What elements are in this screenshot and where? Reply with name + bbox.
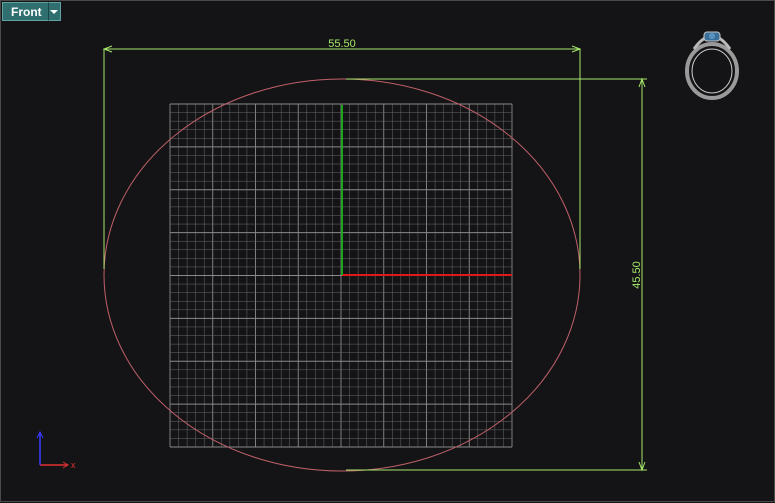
- x-axis-label: x: [71, 460, 76, 470]
- width-dimension-text: 55.50: [328, 38, 356, 50]
- front-viewport[interactable]: Front 55.50 45.50 x: [0, 0, 775, 502]
- viewport-canvas[interactable]: 55.50 45.50 x: [1, 1, 775, 503]
- viewport-title-tab[interactable]: Front: [2, 2, 61, 21]
- chevron-down-icon[interactable]: [48, 2, 61, 21]
- axis-orientation-widget: x: [36, 430, 76, 470]
- viewport-name-label[interactable]: Front: [2, 2, 49, 21]
- height-dimension-text: 45.50: [631, 261, 643, 289]
- ring-preview-icon: [685, 31, 739, 100]
